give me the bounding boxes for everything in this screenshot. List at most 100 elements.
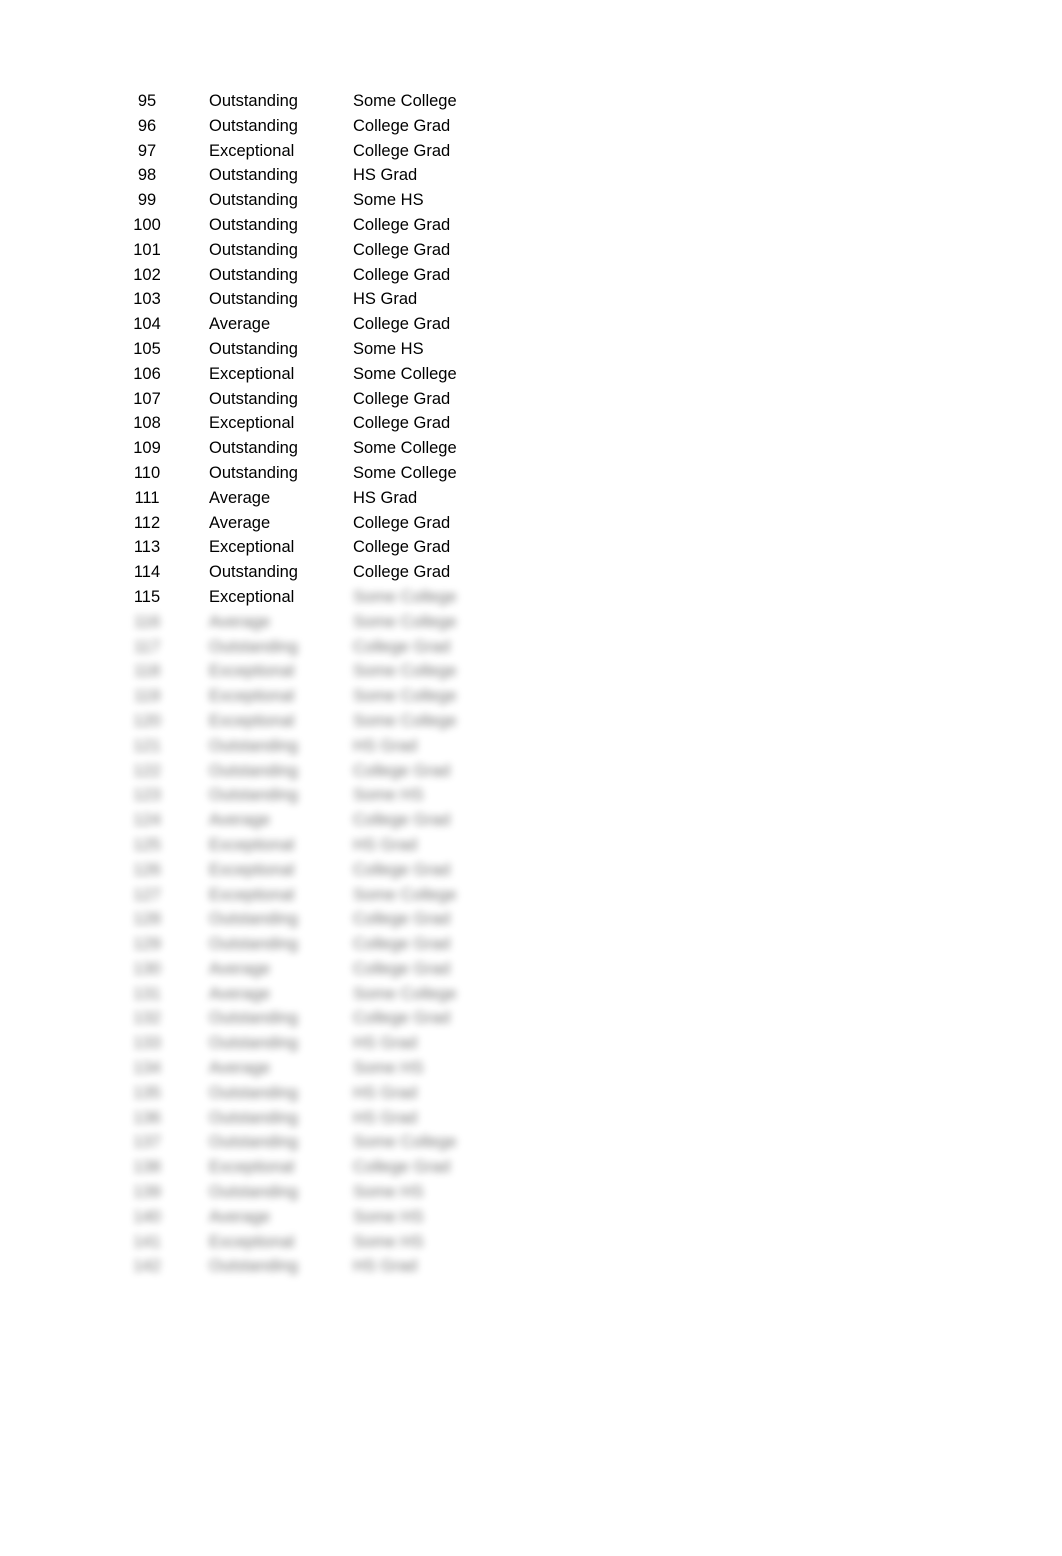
rating-cell: Outstanding — [209, 935, 298, 954]
education-cell: College Grad — [353, 513, 451, 532]
education-cell: College Grad — [353, 959, 451, 978]
table-row: 96 Outstanding College Grad — [0, 114, 1062, 139]
blurred-table-row: 139 Outstanding Some HS — [0, 1180, 1062, 1205]
row-id-cell: 109 — [133, 439, 161, 458]
rating-cell: Outstanding — [209, 786, 298, 805]
blurred-table-row: 142 Outstanding HS Grad — [0, 1254, 1062, 1279]
rating-cell: Outstanding — [209, 761, 298, 780]
row-id-cell: 123 — [133, 786, 161, 805]
row-id-cell: 112 — [133, 513, 161, 532]
row-id-cell: 115 — [133, 587, 161, 606]
rating-cell: Average — [209, 513, 271, 532]
education-cell: Some HS — [353, 1207, 424, 1226]
row-id-cell: 111 — [134, 488, 160, 507]
row-id-cell: 116 — [133, 612, 161, 631]
rating-cell: Exceptional — [209, 538, 295, 557]
education-cell: Some HS — [353, 1183, 424, 1202]
row-id-cell: 108 — [133, 414, 161, 433]
education-cell: Some HS — [353, 339, 424, 358]
education-cell: HS Grad — [353, 1257, 418, 1276]
row-id-cell: 100 — [133, 215, 161, 234]
table-row: 103 Outstanding HS Grad — [0, 287, 1062, 312]
education-cell: Some College — [353, 1133, 457, 1152]
rating-cell: Average — [209, 959, 271, 978]
blurred-table-row: 116 Average Some College — [0, 610, 1062, 635]
row-id-cell: 103 — [133, 290, 161, 309]
education-cell: Some College — [353, 984, 457, 1003]
blurred-table-row: 120 Exceptional Some College — [0, 709, 1062, 734]
education-cell: College Grad — [353, 1158, 451, 1177]
blurred-table-row: 136 Outstanding HS Grad — [0, 1106, 1062, 1131]
education-cell: College Grad — [353, 538, 451, 557]
education-cell: HS Grad — [353, 290, 418, 309]
education-cell: College Grad — [353, 935, 451, 954]
rating-cell: Outstanding — [209, 265, 298, 284]
education-cell: HS Grad — [353, 1108, 418, 1127]
table-row: 95 Outstanding Some College — [0, 89, 1062, 114]
blurred-table-row: 137 Outstanding Some College — [0, 1130, 1062, 1155]
row-id-cell: 110 — [133, 463, 161, 482]
rating-cell: Exceptional — [209, 414, 295, 433]
rating-cell: Average — [209, 1207, 271, 1226]
row-id-cell: 137 — [133, 1133, 161, 1152]
rating-cell: Outstanding — [209, 339, 298, 358]
row-id-cell: 132 — [133, 1009, 161, 1028]
education-cell: College Grad — [353, 811, 451, 830]
blurred-table-row: 126 Exceptional College Grad — [0, 858, 1062, 883]
table-row: 112 Average College Grad — [0, 511, 1062, 536]
row-id-cell: 129 — [133, 935, 161, 954]
rating-cell: Outstanding — [209, 166, 298, 185]
rating-cell: Exceptional — [209, 1232, 295, 1251]
blurred-table-row: 129 Outstanding College Grad — [0, 932, 1062, 957]
row-id-cell: 140 — [133, 1207, 161, 1226]
rating-cell: Outstanding — [209, 637, 298, 656]
education-cell: Some College — [353, 885, 457, 904]
education-cell: Some HS — [353, 786, 424, 805]
education-cell: HS Grad — [353, 835, 418, 854]
education-cell: HS Grad — [353, 488, 418, 507]
row-id-cell: 121 — [133, 736, 161, 755]
row-id-cell: 105 — [133, 339, 161, 358]
table-row: 114 Outstanding College Grad — [0, 560, 1062, 585]
row-id-cell: 114 — [133, 563, 161, 582]
education-cell: College Grad — [353, 637, 451, 656]
row-id-cell: 126 — [133, 860, 161, 879]
table-row: 97 Exceptional College Grad — [0, 139, 1062, 164]
rating-cell: Outstanding — [209, 191, 298, 210]
blurred-table-row: 128 Outstanding College Grad — [0, 907, 1062, 932]
blurred-table-row: 121 Outstanding HS Grad — [0, 734, 1062, 759]
rating-cell: Average — [209, 315, 271, 334]
row-id-cell: 97 — [137, 141, 157, 160]
rating-cell: Outstanding — [209, 1009, 298, 1028]
row-id-cell: 135 — [133, 1083, 161, 1102]
education-cell: HS Grad — [353, 1083, 418, 1102]
education-cell: Some College — [353, 687, 457, 706]
rating-cell: Exceptional — [209, 860, 295, 879]
rating-cell: Exceptional — [209, 885, 295, 904]
table-row: 106 Exceptional Some College — [0, 362, 1062, 387]
blurred-table-row: 127 Exceptional Some College — [0, 883, 1062, 908]
row-id-cell: 104 — [133, 315, 161, 334]
education-cell: College Grad — [353, 860, 451, 879]
education-cell: College Grad — [353, 116, 451, 135]
row-id-cell: 139 — [133, 1183, 161, 1202]
rating-cell: Exceptional — [209, 835, 295, 854]
table-row: 113 Exceptional College Grad — [0, 535, 1062, 560]
row-id-cell: 119 — [133, 687, 161, 706]
education-cell: Some College — [353, 711, 457, 730]
table-row: 99 Outstanding Some HS — [0, 188, 1062, 213]
table-row: 105 Outstanding Some HS — [0, 337, 1062, 362]
blurred-table-row: 141 Exceptional Some HS — [0, 1230, 1062, 1255]
rating-cell: Exceptional — [209, 364, 295, 383]
education-cell: College Grad — [353, 141, 451, 160]
rating-cell: Outstanding — [209, 389, 298, 408]
blurred-table-row: 125 Exceptional HS Grad — [0, 833, 1062, 858]
row-id-cell: 118 — [133, 662, 161, 681]
rating-cell: Exceptional — [209, 711, 295, 730]
row-id-cell: 127 — [133, 885, 161, 904]
row-id-cell: 99 — [137, 191, 157, 210]
blurred-table-row: 140 Average Some HS — [0, 1205, 1062, 1230]
education-cell: College Grad — [353, 315, 451, 334]
education-cell: College Grad — [353, 240, 451, 259]
blurred-table-row: 118 Exceptional Some College — [0, 659, 1062, 684]
